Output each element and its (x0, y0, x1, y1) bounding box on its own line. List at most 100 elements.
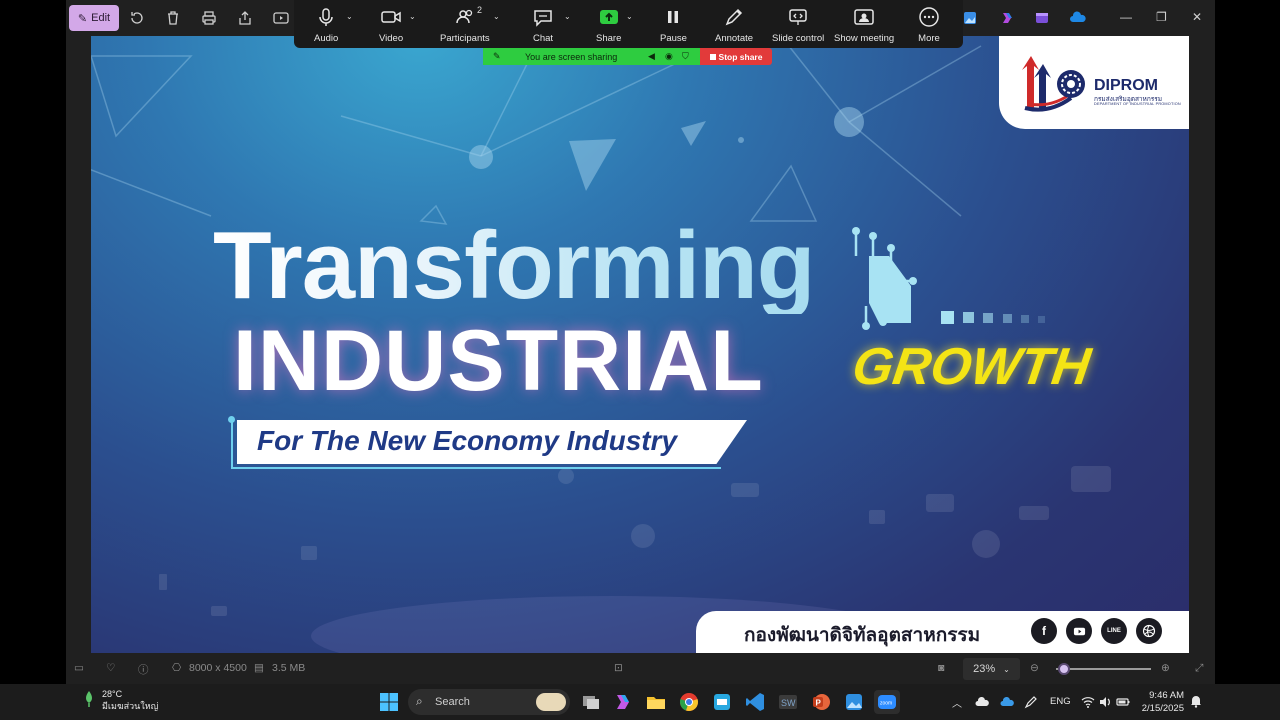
file-size-icon: ▤ (254, 662, 264, 674)
participants-button[interactable]: Participants (440, 6, 490, 46)
onenote-app-icon[interactable] (711, 691, 733, 713)
youtube-icon (1066, 618, 1092, 644)
participants-options-icon[interactable]: ⌄ (493, 12, 500, 21)
line-icon: LINE (1101, 618, 1127, 644)
share-options-icon[interactable]: ⌄ (626, 12, 633, 21)
slideshow-icon[interactable] (272, 9, 290, 27)
show-hidden-icons-icon[interactable]: ︿ (952, 695, 966, 710)
minimize-icon[interactable]: — (1120, 10, 1132, 24)
notification-bell-icon[interactable] (1189, 694, 1203, 708)
fullscreen-icon[interactable]: ⤢ (1195, 662, 1203, 675)
more-button[interactable]: More (918, 6, 940, 46)
pause-icon (662, 6, 684, 28)
chrome-icon[interactable] (678, 691, 700, 713)
diprom-emblem (1022, 56, 1085, 112)
copilot-taskbar-icon[interactable] (612, 691, 634, 713)
task-view-icon[interactable] (580, 691, 602, 713)
audio-options-icon[interactable]: ⌄ (346, 12, 353, 21)
edit-button[interactable]: ✎ Edit (69, 5, 119, 31)
slide-title-accent: GROWTH (848, 338, 1094, 396)
share-screen-icon (598, 6, 620, 28)
delete-icon[interactable] (164, 9, 182, 27)
audio-button[interactable]: Audio (314, 6, 338, 46)
powerpoint-icon[interactable]: P (810, 691, 832, 713)
zoom-slider-thumb[interactable] (1058, 663, 1070, 675)
slide-control-icon (787, 6, 809, 28)
filmstrip-icon[interactable]: ▭ (74, 662, 84, 674)
pause-share-button[interactable]: Pause (660, 6, 687, 46)
system-clock[interactable]: 9:46 AM 2/15/2025 (1138, 689, 1184, 715)
search-icon: ⌕ (416, 694, 423, 708)
clipchamp-icon[interactable] (1035, 11, 1049, 25)
sw-app-icon[interactable]: SW (777, 691, 799, 713)
security-shield-icon[interactable]: ⛉ (682, 51, 689, 62)
weather-widget[interactable]: 28°C มีเมฆส่วนใหญ่ (102, 688, 158, 712)
share-audio-icon[interactable]: ◀ (648, 51, 655, 62)
annotate-button[interactable]: Annotate (715, 6, 753, 46)
search-highlight-icon (536, 693, 566, 711)
wifi-icon[interactable] (1081, 695, 1095, 709)
share-screen-button[interactable]: Share (596, 6, 621, 46)
zoom-level-select[interactable]: 23% ⌄ (963, 658, 1020, 680)
print-icon[interactable] (200, 9, 218, 27)
maximize-icon[interactable]: ❐ (1156, 10, 1167, 24)
actual-size-icon[interactable]: ◙ (938, 662, 944, 674)
slide-footer: กองพัฒนาดิจิทัลอุตสาหกรรม f LINE (696, 611, 1189, 653)
chat-button[interactable]: Chat (532, 6, 554, 46)
taskbar-search[interactable]: ⌕ Search (408, 689, 570, 715)
video-options-icon[interactable]: ⌄ (409, 12, 416, 21)
battery-icon[interactable] (1116, 695, 1130, 709)
annotate-label: Annotate (715, 33, 754, 44)
language-indicator[interactable]: ENG (1050, 696, 1071, 707)
show-meeting-button[interactable]: Show meeting (834, 6, 894, 46)
clock-date: 2/15/2025 (1141, 703, 1184, 714)
pin-icon[interactable]: ✎ (493, 51, 501, 62)
windows-taskbar: 28°C มีเมฆส่วนใหญ่ ⌕ Search SW P zoom ︿ … (0, 684, 1280, 720)
stop-share-button[interactable]: Stop share (700, 48, 772, 65)
fit-view-icon[interactable]: ⊡ (614, 662, 623, 674)
participants-label: Participants (440, 33, 490, 44)
chat-icon (532, 6, 554, 28)
sharing-status-text: You are screen sharing (525, 51, 618, 62)
photos-taskbar-icon[interactable] (843, 691, 865, 713)
info-icon[interactable]: ⓘ (138, 662, 149, 677)
photos-status-bar: ▭ ♡ ⓘ ⎔ 8000 x 4500 ▤ 3.5 MB ⊡ ◙ 23% ⌄ ⊖… (66, 655, 1215, 683)
clock-time: 9:46 AM (1149, 690, 1184, 701)
subtitle-bracket (231, 420, 233, 468)
file-explorer-icon[interactable] (645, 691, 667, 713)
onedrive-tray-icon[interactable] (1000, 695, 1014, 709)
share-icon[interactable] (236, 9, 254, 27)
onedrive-icon[interactable] (1070, 11, 1086, 25)
vscode-icon[interactable] (744, 691, 766, 713)
more-label: More (918, 33, 940, 44)
favorite-icon[interactable]: ♡ (106, 662, 115, 674)
zoom-taskbar-icon[interactable]: zoom (874, 690, 900, 714)
search-placeholder: Search (435, 696, 470, 708)
sharing-status-icon[interactable]: ◉ (665, 51, 673, 62)
start-icon[interactable] (378, 691, 400, 713)
slide-control-button[interactable]: Slide control (772, 6, 824, 46)
logo-name: DIPROM (1094, 77, 1158, 94)
video-button[interactable]: Video (379, 6, 403, 46)
desktop-screen: ✎ Edit — ❐ ✕ Transforming INDUSTRIAL GRO… (0, 0, 1280, 720)
close-icon[interactable]: ✕ (1192, 10, 1202, 24)
zoom-slider-track[interactable] (1056, 668, 1151, 670)
microphone-icon (315, 6, 337, 28)
slide-image: Transforming INDUSTRIAL GROWTH For The N… (91, 36, 1189, 653)
weather-icon[interactable] (80, 689, 98, 707)
screen-sharing-banner[interactable]: ✎ You are screen sharing ◀ ◉ ⛉ (483, 48, 700, 65)
volume-icon[interactable] (1098, 695, 1112, 709)
photos-app-icon[interactable] (963, 11, 977, 25)
chat-label: Chat (532, 33, 554, 44)
copilot-icon[interactable] (1000, 11, 1014, 25)
stop-share-label: Stop share (718, 51, 763, 62)
pen-tray-icon[interactable] (1024, 695, 1038, 709)
annotate-pen-icon (723, 6, 745, 28)
chat-options-icon[interactable]: ⌄ (564, 12, 571, 21)
cloud-icon[interactable] (975, 695, 989, 709)
zoom-out-icon[interactable]: ⊖ (1030, 662, 1039, 674)
participants-icon (454, 6, 476, 28)
zoom-in-icon[interactable]: ⊕ (1161, 662, 1170, 674)
file-size: 3.5 MB (272, 662, 306, 674)
rotate-icon[interactable] (128, 9, 146, 27)
